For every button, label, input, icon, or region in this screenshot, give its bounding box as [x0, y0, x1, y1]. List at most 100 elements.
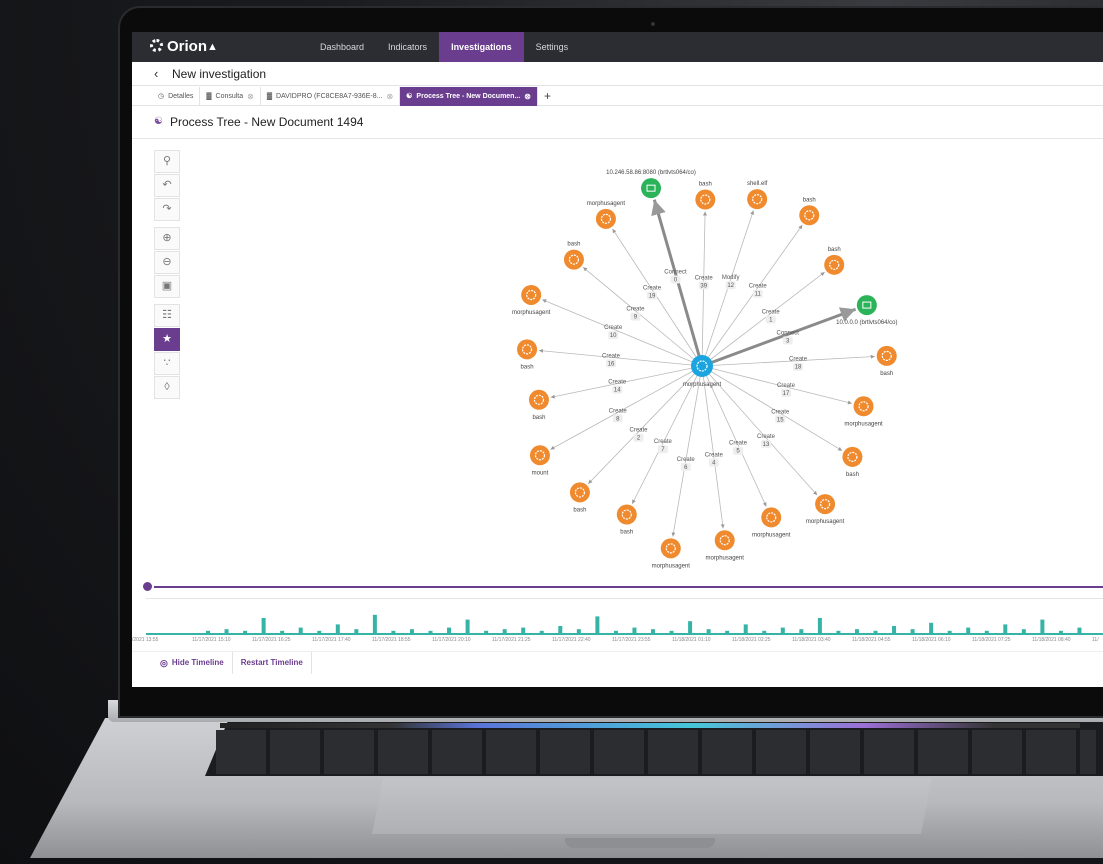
process-node[interactable]: bash	[569, 482, 590, 513]
edge-label: Create	[777, 383, 796, 389]
network-node-circle	[856, 295, 877, 316]
undo-icon[interactable]: ↶	[154, 174, 180, 197]
zoom-in-icon[interactable]: ⊕	[154, 227, 180, 250]
tree-layout-icon[interactable]: ∵	[154, 352, 180, 375]
graph-edge	[538, 348, 703, 367]
process-node-circle	[595, 208, 616, 229]
edge-count: 18	[795, 365, 802, 371]
redo-icon[interactable]: ↷	[154, 198, 180, 221]
node-label: bash	[532, 415, 545, 421]
process-node[interactable]: bash	[616, 504, 637, 536]
process-node[interactable]: bash	[695, 182, 716, 210]
process-node-circle	[529, 445, 550, 466]
timeline-label: /2021 13:55	[132, 637, 159, 643]
process-node-circle	[824, 254, 845, 275]
process-node-circle	[799, 205, 820, 226]
process-node-circle	[815, 494, 836, 515]
timeline-label: 11/17/2021 16:25	[252, 637, 291, 643]
edge-count: 12	[727, 283, 734, 289]
node-label: bash	[699, 182, 712, 188]
node-label: morphusagent	[844, 421, 883, 427]
timeline-label: 11/18/2021 02:25	[732, 637, 771, 643]
edge-label: Modify	[722, 275, 740, 281]
process-node[interactable]: morphusagent	[752, 507, 791, 538]
radial-layout-icon[interactable]: ★	[154, 328, 180, 351]
timeline-track	[146, 586, 1103, 588]
process-node-circle	[517, 339, 538, 360]
trackpad	[372, 778, 932, 834]
node-label: bash	[828, 247, 841, 253]
edge-count: 15	[777, 417, 784, 423]
graph-edge	[542, 299, 703, 367]
search-icon[interactable]: ⚲	[154, 150, 180, 173]
process-node-circle	[695, 189, 716, 210]
graph-edge	[701, 365, 725, 529]
timeline-label: 11/	[1092, 637, 1099, 643]
network-node[interactable]: 10.246.58.86:8080 (brtlvts064/co)	[606, 170, 696, 199]
timeline-label: 11/18/2021 08:40	[1032, 637, 1071, 643]
process-node-circle	[876, 345, 897, 366]
node-label: morphusagent	[652, 563, 691, 569]
process-node[interactable]: morphusagent	[806, 494, 845, 525]
process-node[interactable]: bash	[799, 197, 820, 226]
restart-timeline-button[interactable]: Restart Timeline	[233, 651, 312, 674]
process-node-circle	[660, 538, 681, 559]
timeline-label: 11/17/2021 17:40	[312, 637, 351, 643]
timeline-label: 11/18/2021 01:10	[672, 637, 711, 643]
graph-edge	[701, 307, 857, 368]
process-node-circle	[528, 389, 549, 410]
process-node-circle	[616, 504, 637, 525]
process-node[interactable]: morphusagent	[706, 530, 745, 561]
process-node[interactable]: morphusagent	[844, 396, 883, 427]
network-node[interactable]: 10.0.0.0 (brtlvts064/co)	[836, 295, 898, 326]
process-node[interactable]: mount	[529, 445, 550, 476]
node-label: 10.246.58.86:8080 (brtlvts064/co)	[606, 170, 696, 176]
process-tree-graph: Create39Modify12 Create11Create1Connect3C…	[512, 170, 898, 569]
process-node[interactable]: bash	[876, 345, 897, 377]
edge-count: 14	[614, 388, 621, 394]
process-node[interactable]: bash	[563, 242, 584, 270]
edge-label: Create	[762, 309, 781, 315]
timeline-actions: ◎ Hide Timeline Restart Timeline	[132, 651, 1103, 674]
edge-count: 16	[608, 361, 615, 367]
edge-label: Create	[643, 285, 662, 291]
process-node[interactable]: morphusagent	[652, 538, 691, 569]
timeline-handle[interactable]	[141, 580, 154, 593]
edge-label: Create	[602, 353, 621, 359]
process-node[interactable]: bash	[528, 389, 549, 421]
fit-icon[interactable]: ▣	[154, 275, 180, 298]
process-node[interactable]: bash	[824, 247, 845, 275]
process-node-circle	[714, 530, 735, 551]
timeline-histogram[interactable]	[146, 598, 1103, 634]
node-label: bash	[880, 371, 893, 377]
timeline-label: 11/17/2021 22:40	[552, 637, 591, 643]
edge-label: Create	[608, 380, 627, 386]
node-label: morphusagent	[512, 310, 551, 316]
node-label: morphusagent	[806, 519, 845, 525]
hide-timeline-button[interactable]: ◎ Hide Timeline	[152, 651, 233, 674]
process-node[interactable]: bash	[517, 339, 538, 370]
node-label: bash	[846, 472, 859, 478]
timeline-bar	[372, 614, 377, 634]
graph-edge	[701, 224, 803, 367]
edge-label: Create	[771, 409, 790, 415]
edge-label: Create	[654, 439, 673, 445]
process-node-circle	[747, 189, 768, 210]
timeline-label: 11/17/2021 20:10	[432, 637, 471, 643]
edge-count: 39	[700, 283, 707, 289]
process-node[interactable]: morphusagent	[587, 201, 626, 229]
edge-count: 19	[649, 293, 656, 299]
node-label: bash	[567, 242, 580, 248]
eye-off-icon: ◎	[160, 657, 168, 668]
process-node[interactable]: bash	[842, 446, 863, 478]
graph-edge	[582, 266, 703, 367]
node-label: 10.0.0.0 (brtlvts064/co)	[836, 320, 897, 326]
hierarchy-icon[interactable]: ☷	[154, 304, 180, 327]
timeline-bar	[817, 618, 822, 634]
process-node[interactable]: shell.elf	[747, 181, 768, 210]
layers-icon[interactable]: ◊	[154, 376, 180, 399]
node-label: bash	[620, 530, 633, 536]
zoom-out-icon[interactable]: ⊖	[154, 251, 180, 274]
node-label: morphusagent	[752, 532, 791, 538]
center-node-label: morphusagent	[683, 382, 722, 388]
